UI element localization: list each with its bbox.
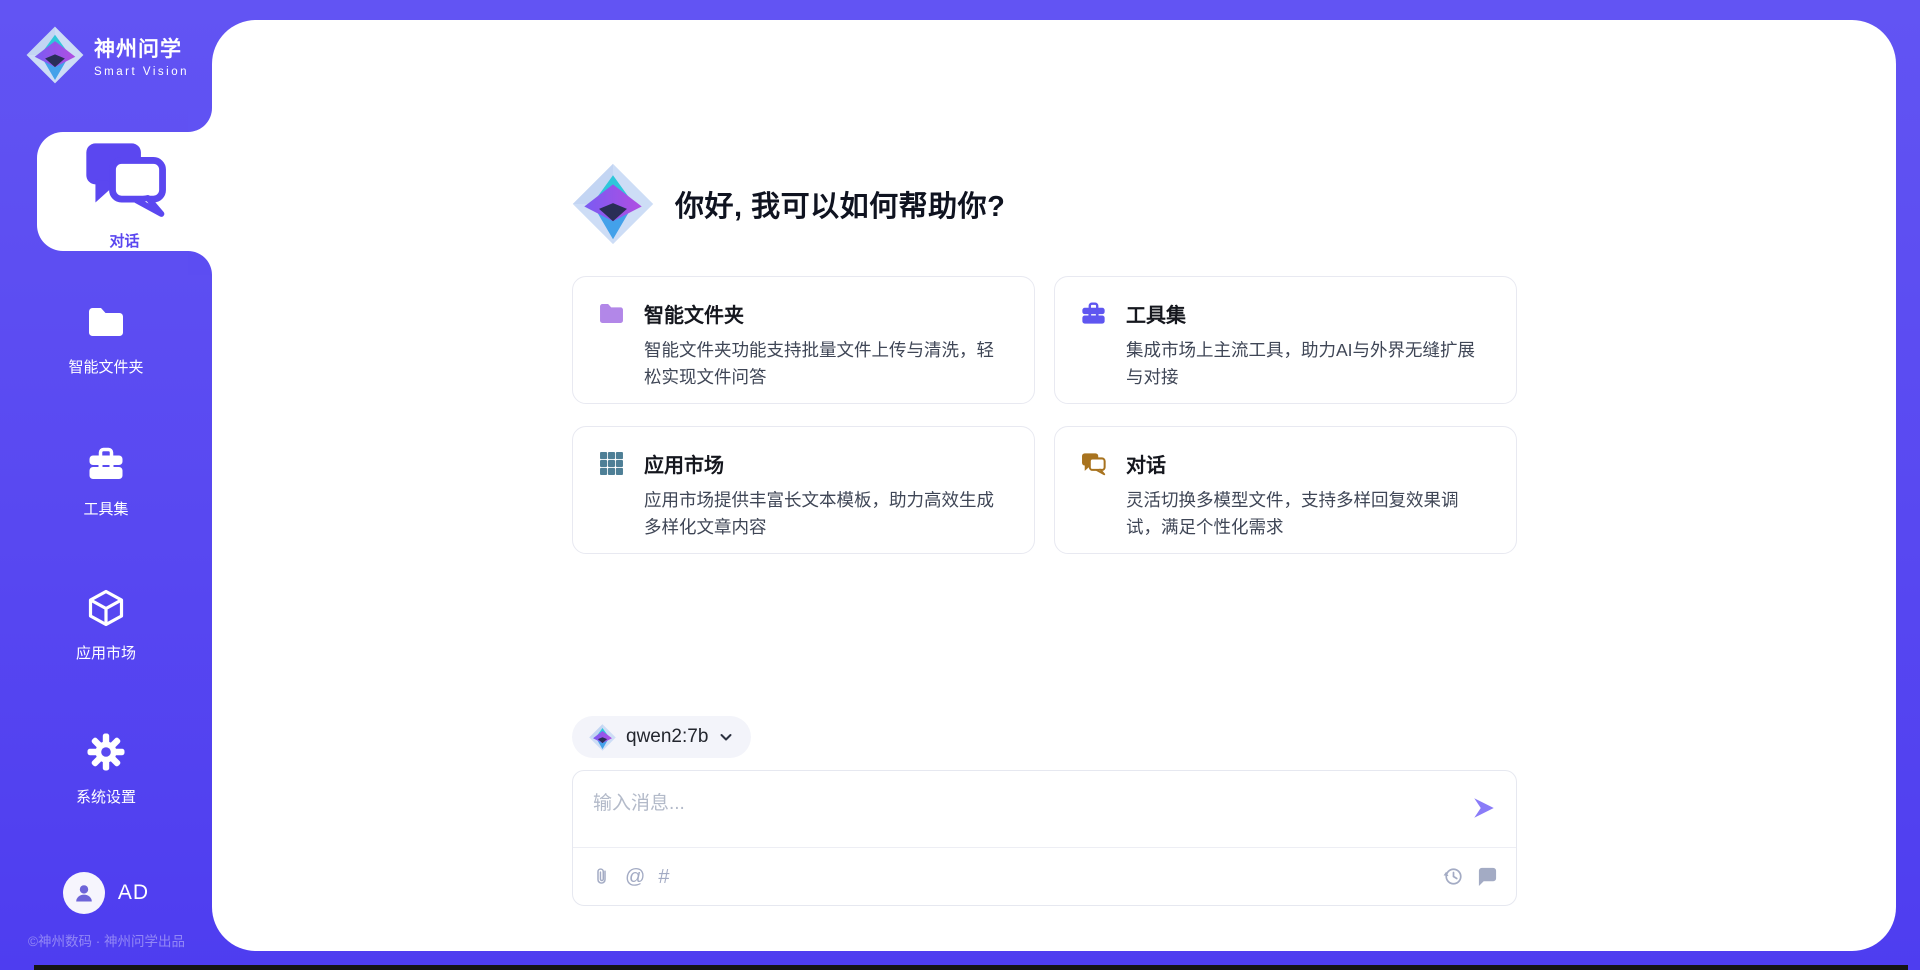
chat-icon xyxy=(1080,450,1107,477)
sidebar-item-toolset[interactable]: 工具集 xyxy=(0,444,212,519)
gem-logo-icon xyxy=(589,724,616,751)
history-icon[interactable] xyxy=(1443,866,1464,887)
message-input[interactable] xyxy=(573,771,1433,845)
chevron-down-icon xyxy=(718,729,734,745)
sidebar-item-chat[interactable]: 对话 xyxy=(37,132,212,251)
folder-icon xyxy=(86,302,126,342)
feature-card-smart-folder[interactable]: 智能文件夹 智能文件夹功能支持批量文件上传与清洗，轻松实现文件问答 xyxy=(572,276,1035,404)
active-tab-fillet-top xyxy=(188,108,212,132)
active-tab-fillet-bottom xyxy=(188,251,212,275)
comment-icon[interactable] xyxy=(1477,866,1498,887)
composer-toolbar: @ # xyxy=(573,847,1516,905)
user-account[interactable]: AD xyxy=(0,872,212,914)
card-title: 智能文件夹 xyxy=(644,299,744,328)
briefcase-icon xyxy=(1080,300,1107,327)
grid-icon xyxy=(598,450,625,477)
greeting: 你好, 我可以如何帮助你? xyxy=(572,163,1005,245)
gear-icon xyxy=(86,732,126,772)
send-icon[interactable] xyxy=(1471,795,1497,821)
card-description: 应用市场提供丰富长文本模板，助力高效生成多样化文章内容 xyxy=(644,487,1010,541)
card-description: 集成市场上主流工具，助力AI与外界无缝扩展与对接 xyxy=(1126,337,1492,391)
cube-icon xyxy=(86,588,126,628)
gem-logo-icon xyxy=(572,163,654,245)
sidebar-item-label: 系统设置 xyxy=(0,786,212,807)
card-title: 工具集 xyxy=(1126,299,1186,328)
greeting-text: 你好, 我可以如何帮助你? xyxy=(675,183,1005,225)
sidebar-item-label: 应用市场 xyxy=(0,642,212,663)
sidebar-item-settings[interactable]: 系统设置 xyxy=(0,732,212,807)
sidebar-item-app-market[interactable]: 应用市场 xyxy=(0,588,212,663)
person-icon xyxy=(71,880,97,906)
hash-icon[interactable]: # xyxy=(658,867,669,887)
app-logo: 神州问学 Smart Vision xyxy=(26,26,189,84)
copyright-footer: ©神州数码 · 神州问学出品 xyxy=(28,930,228,950)
card-title: 应用市场 xyxy=(644,449,724,478)
message-composer: @ # xyxy=(572,770,1517,906)
model-selector[interactable]: qwen2:7b xyxy=(572,716,751,758)
paperclip-icon[interactable] xyxy=(591,866,612,887)
feature-cards: 智能文件夹 智能文件夹功能支持批量文件上传与清洗，轻松实现文件问答 工具集 集成… xyxy=(572,276,1517,554)
card-description: 智能文件夹功能支持批量文件上传与清洗，轻松实现文件问答 xyxy=(644,337,1010,391)
sidebar-item-smart-folder[interactable]: 智能文件夹 xyxy=(0,302,212,377)
user-initials: AD xyxy=(118,881,149,905)
gem-logo-icon xyxy=(26,26,84,84)
feature-card-app-market[interactable]: 应用市场 应用市场提供丰富长文本模板，助力高效生成多样化文章内容 xyxy=(572,426,1035,554)
app-subtitle: Smart Vision xyxy=(94,66,189,78)
main-panel: 你好, 我可以如何帮助你? 智能文件夹 智能文件夹功能支持批量文件上传与清洗，轻… xyxy=(212,20,1896,951)
app-name: 神州问学 xyxy=(94,33,189,63)
feature-card-chat[interactable]: 对话 灵活切换多模型文件，支持多样回复效果调试，满足个性化需求 xyxy=(1054,426,1517,554)
sidebar-item-label: 对话 xyxy=(109,230,139,251)
card-title: 对话 xyxy=(1126,449,1166,478)
at-icon[interactable]: @ xyxy=(625,867,645,887)
sidebar-item-label: 智能文件夹 xyxy=(0,356,212,377)
model-name: qwen2:7b xyxy=(626,726,708,748)
avatar xyxy=(63,872,105,914)
chat-icon xyxy=(0,132,275,223)
folder-icon xyxy=(598,300,625,327)
card-description: 灵活切换多模型文件，支持多样回复效果调试，满足个性化需求 xyxy=(1126,487,1492,541)
bottom-edge-bar xyxy=(34,965,1908,970)
sidebar-item-label: 工具集 xyxy=(0,498,212,519)
app-window: 神州问学 Smart Vision 对话 智能文件夹 工具集 应用市场 系统设置… xyxy=(0,0,1920,970)
feature-card-toolset[interactable]: 工具集 集成市场上主流工具，助力AI与外界无缝扩展与对接 xyxy=(1054,276,1517,404)
briefcase-icon xyxy=(86,444,126,484)
